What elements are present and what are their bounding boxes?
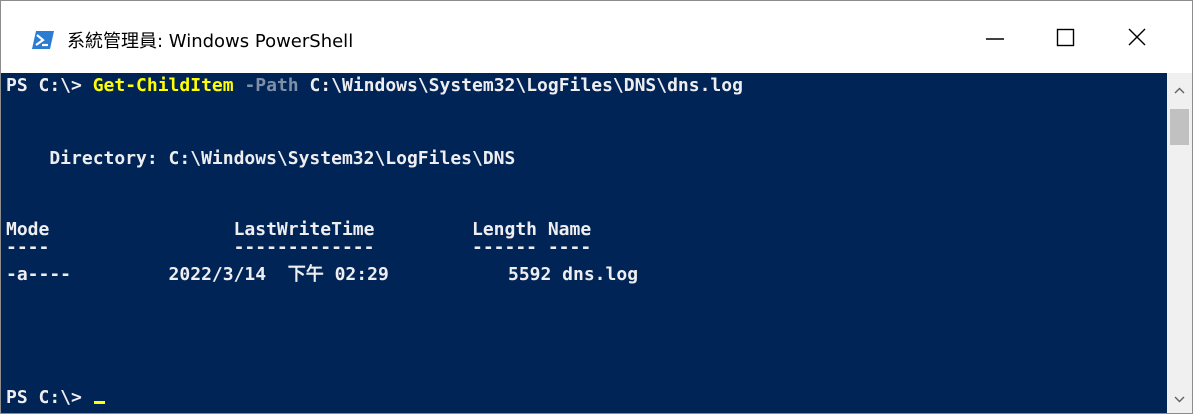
path-argument: C:\Windows\System32\LogFiles\DNS\dns.log: [309, 75, 743, 96]
table-header-underline: ---- ------------- ------ ----: [6, 237, 592, 258]
window-title: 系統管理員: Windows PowerShell: [67, 31, 354, 52]
powershell-window: 系統管理員: Windows PowerShell PS C:\> Get-Ch…: [0, 0, 1193, 414]
table-row: -a---- 2022/3/14 下午 02:29 5592 dns.log: [6, 264, 639, 285]
minimize-button[interactable]: [962, 1, 1028, 73]
close-icon: [1128, 28, 1146, 46]
maximize-button[interactable]: [1033, 1, 1099, 73]
parameter-name: -Path: [244, 75, 299, 96]
prompt-line: PS C:\>: [6, 385, 105, 411]
scroll-thumb[interactable]: [1170, 109, 1189, 145]
cmdlet-name: Get-ChildItem: [92, 75, 234, 96]
minimize-icon: [986, 38, 1004, 40]
text-cursor: [93, 401, 105, 404]
prompt: PS C:\>: [6, 75, 93, 96]
command-line: PS C:\> Get-ChildItem -Path C:\Windows\S…: [6, 73, 743, 99]
vertical-scrollbar[interactable]: [1167, 73, 1192, 413]
console-output[interactable]: PS C:\> Get-ChildItem -Path C:\Windows\S…: [1, 73, 1167, 413]
maximize-icon: [1056, 28, 1075, 47]
title-bar[interactable]: 系統管理員: Windows PowerShell: [1, 1, 1192, 73]
close-button[interactable]: [1104, 1, 1170, 73]
powershell-icon: [32, 31, 54, 49]
scroll-up-icon[interactable]: [1172, 85, 1187, 97]
prompt: PS C:\>: [6, 387, 93, 408]
scroll-down-icon[interactable]: [1172, 393, 1187, 405]
directory-line: Directory: C:\Windows\System32\LogFiles\…: [6, 148, 516, 169]
